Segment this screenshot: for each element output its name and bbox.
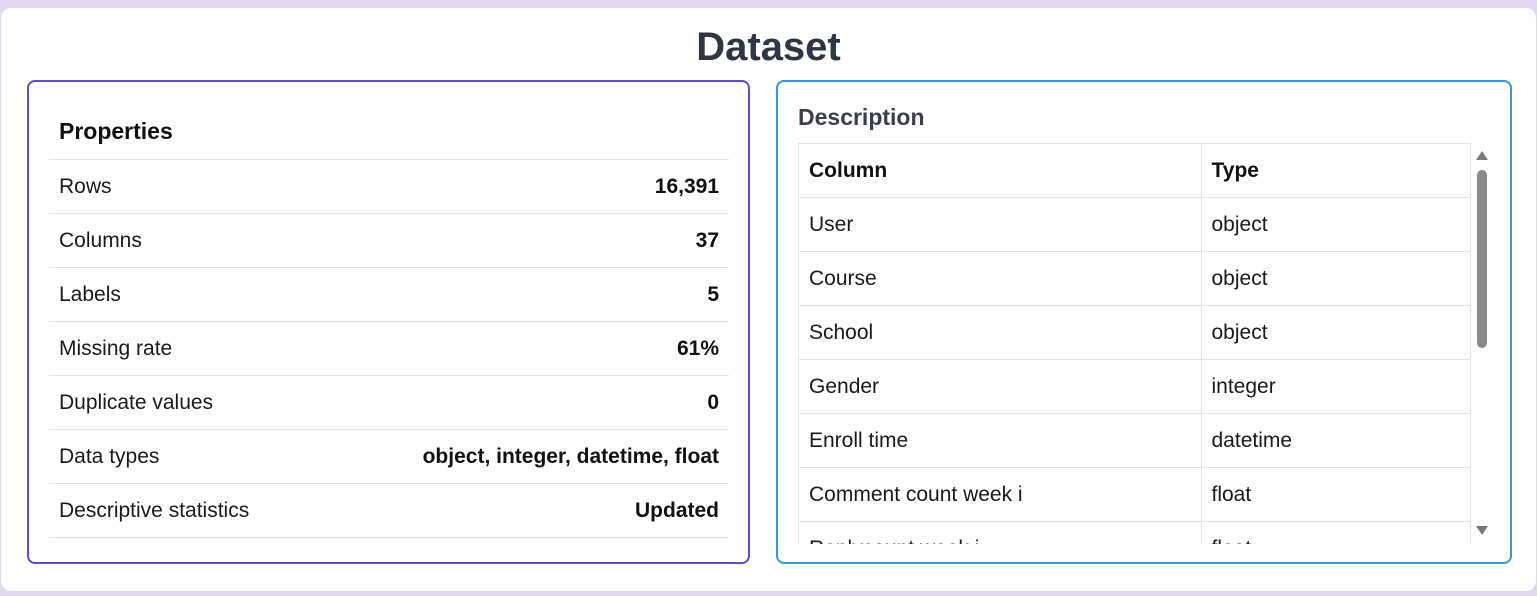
column-header: Column bbox=[798, 143, 1202, 198]
dataset-card: Dataset Properties Rows 16,391 Columns 3… bbox=[1, 8, 1536, 591]
column-type-cell: float bbox=[1200, 467, 1471, 522]
column-type-cell: object bbox=[1200, 251, 1471, 306]
property-value: 0 bbox=[707, 390, 719, 414]
column-type-cell: object bbox=[1200, 305, 1471, 360]
property-value: 16,391 bbox=[654, 174, 719, 198]
property-label: Missing rate bbox=[59, 336, 173, 360]
property-row-duplicate-values: Duplicate values 0 bbox=[49, 376, 729, 430]
properties-title: Properties bbox=[59, 118, 173, 144]
property-row-labels: Labels 5 bbox=[49, 268, 729, 322]
column-name-cell: Replycount week i bbox=[798, 521, 1202, 544]
property-value: 37 bbox=[695, 228, 719, 252]
column-type-cell: float bbox=[1200, 521, 1471, 544]
property-label: Rows bbox=[59, 174, 112, 198]
table-scrollbar[interactable] bbox=[1473, 143, 1491, 544]
column-type-cell: datetime bbox=[1200, 413, 1471, 468]
column-name-cell: User bbox=[798, 197, 1202, 252]
properties-panel: Properties Rows 16,391 Columns 37 Labels… bbox=[27, 80, 750, 564]
table-row: Replycount week i float bbox=[798, 521, 1471, 544]
property-value: 5 bbox=[707, 282, 719, 306]
scroll-up-arrow-icon[interactable] bbox=[1476, 151, 1488, 160]
column-type-cell: integer bbox=[1200, 359, 1471, 414]
property-label: Columns bbox=[59, 228, 142, 252]
table-row: Gender integer bbox=[798, 359, 1471, 414]
column-name-cell: Gender bbox=[798, 359, 1202, 414]
table-row: School object bbox=[798, 305, 1471, 360]
column-name-cell: Enroll time bbox=[798, 413, 1202, 468]
property-value: object, integer, datetime, float bbox=[422, 444, 719, 468]
property-label: Duplicate values bbox=[59, 390, 214, 414]
scroll-down-arrow-icon[interactable] bbox=[1476, 526, 1488, 535]
description-panel: Description Column Type User object Cour… bbox=[776, 80, 1512, 564]
description-table: Column Type User object Course object Sc… bbox=[798, 143, 1471, 544]
property-label: Data types bbox=[59, 444, 160, 468]
page-title: Dataset bbox=[696, 25, 841, 69]
table-row: Enroll time datetime bbox=[798, 413, 1471, 468]
table-row: Course object bbox=[798, 251, 1471, 306]
property-row-columns: Columns 37 bbox=[49, 214, 729, 268]
column-name-cell: School bbox=[798, 305, 1202, 360]
column-name-cell: Course bbox=[798, 251, 1202, 306]
property-label: Labels bbox=[59, 282, 121, 306]
scrollbar-thumb[interactable] bbox=[1477, 170, 1487, 348]
property-label: Descriptive statistics bbox=[59, 498, 250, 522]
table-header-row: Column Type bbox=[798, 143, 1471, 198]
table-row: User object bbox=[798, 197, 1471, 252]
description-table-scroll-area[interactable]: Column Type User object Course object Sc… bbox=[798, 143, 1491, 544]
property-value: 61% bbox=[676, 336, 719, 360]
table-row: Comment count week i float bbox=[798, 467, 1471, 522]
description-title: Description bbox=[798, 104, 925, 130]
property-row-missing-rate: Missing rate 61% bbox=[49, 322, 729, 376]
property-row-descriptive-statistics: Descriptive statistics Updated bbox=[49, 484, 729, 538]
properties-list: Rows 16,391 Columns 37 Labels 5 Missing … bbox=[49, 159, 729, 538]
property-row-rows: Rows 16,391 bbox=[49, 160, 729, 214]
type-header: Type bbox=[1200, 143, 1471, 198]
property-value: Updated bbox=[635, 498, 719, 522]
column-name-cell: Comment count week i bbox=[798, 467, 1202, 522]
property-row-data-types: Data types object, integer, datetime, fl… bbox=[49, 430, 729, 484]
column-type-cell: object bbox=[1200, 197, 1471, 252]
